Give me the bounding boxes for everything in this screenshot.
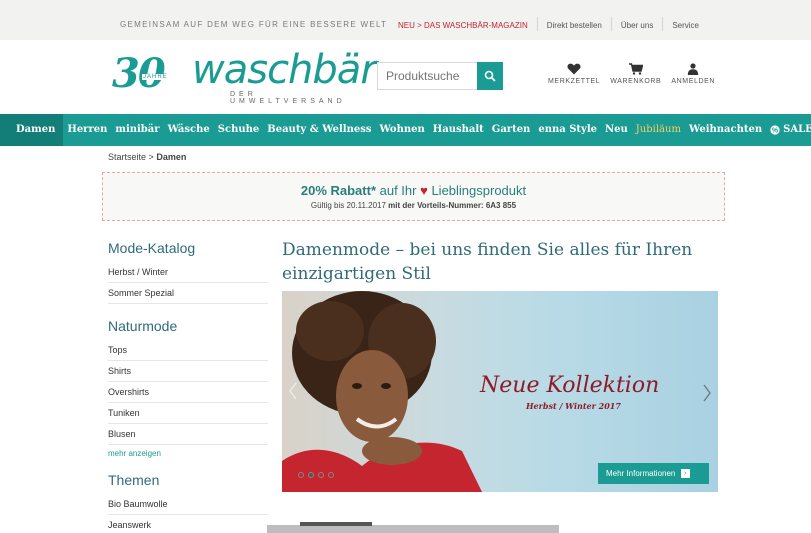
wishlist-label: MERKZETTEL	[548, 78, 601, 85]
more-info-label: Mehr Informationen	[606, 469, 676, 478]
sidebar-item-bio-baumwolle[interactable]: Bio Baumwolle	[108, 494, 268, 515]
nav-item-jubilaeum[interactable]: Jubiläum	[632, 114, 685, 146]
nav-item-beauty-wellness[interactable]: Beauty & Wellness	[263, 114, 375, 146]
order-direct-link[interactable]: Direkt bestellen	[547, 21, 602, 30]
nav-item-neu[interactable]: Neu	[601, 114, 632, 146]
heart-icon: ♥	[420, 183, 428, 198]
sidebar-item-sommer-spezial[interactable]: Sommer Spezial	[108, 283, 268, 304]
nav-item-haushalt[interactable]: Haushalt	[429, 114, 488, 146]
next-section-preview-dark	[300, 522, 372, 526]
sidebar-item-herbst-winter[interactable]: Herbst / Winter	[108, 262, 268, 283]
hero-slider[interactable]: Neue Kollektion Herbst / Winter 2017 Meh…	[282, 291, 718, 492]
login-button[interactable]: ANMELDEN	[671, 63, 715, 85]
sidebar-more-link[interactable]: mehr anzeigen	[108, 449, 268, 458]
slider-next-icon[interactable]	[702, 383, 712, 403]
top-links: NEU > DAS WASCHBÄR-MAGAZIN Direkt bestel…	[398, 17, 699, 31]
sidebar-item-overshirts[interactable]: Overshirts	[108, 382, 268, 403]
slider-prev-icon[interactable]	[288, 381, 298, 401]
divider	[662, 17, 664, 31]
sidebar-item-shirts[interactable]: Shirts	[108, 361, 268, 382]
sidebar-heading-naturmode: Naturmode	[108, 318, 178, 334]
service-link[interactable]: Service	[672, 21, 699, 30]
logo-tagline: DER UMWELTVERSAND	[230, 91, 346, 105]
logo[interactable]: 30 JAHRE waschbär DER UMWELTVERSAND	[112, 47, 377, 106]
cart-label: WARENKORB	[610, 78, 662, 85]
next-section-preview	[267, 525, 559, 533]
sidebar-item-jeanswerk[interactable]: Jeanswerk	[108, 515, 268, 533]
slider-dot-active[interactable]	[308, 472, 314, 478]
breadcrumb: Startseite > Damen	[108, 152, 186, 162]
hero-headline: Neue Kollektion	[480, 373, 660, 398]
nav-item-wohnen[interactable]: Wohnen	[376, 114, 429, 146]
wishlist-button[interactable]: MERKZETTEL	[548, 63, 600, 85]
search-box	[377, 62, 503, 90]
login-label: ANMELDEN	[671, 78, 716, 85]
divider	[610, 17, 612, 31]
breadcrumb-home[interactable]: Startseite	[108, 152, 146, 162]
search-button[interactable]	[477, 62, 503, 90]
search-icon	[484, 70, 496, 82]
slider-dot[interactable]	[298, 472, 304, 478]
slider-dot[interactable]	[318, 472, 324, 478]
nav-item-waesche[interactable]: Wäsche	[164, 114, 214, 146]
nav-item-minibaer[interactable]: minibär	[111, 114, 163, 146]
slider-dot[interactable]	[328, 472, 334, 478]
nav-item-damen[interactable]: Damen	[0, 114, 64, 146]
slider-pagination	[298, 472, 338, 478]
user-icon	[687, 63, 699, 75]
promo-discount: 20% Rabatt*	[300, 183, 376, 198]
main-navigation: Damen Herren minibär Wäsche Schuhe Beaut…	[0, 114, 811, 146]
cart-button[interactable]: WARENKORB	[610, 63, 661, 85]
sale-badge-icon: %	[770, 125, 780, 135]
magazine-link[interactable]: NEU > DAS WASCHBÄR-MAGAZIN	[398, 21, 528, 30]
chevron-right-icon: ›	[680, 469, 690, 479]
nav-item-sale[interactable]: % SALE	[766, 114, 811, 146]
nav-item-sale-label: SALE	[783, 124, 811, 135]
sidebar-heading-mode-katalog: Mode-Katalog	[108, 240, 196, 256]
svg-text:%: %	[772, 128, 779, 135]
promo-banner: 20% Rabatt* auf Ihr ♥ Lieblingsprodukt G…	[102, 172, 725, 221]
hero-season: Herbst / Winter 2017	[526, 401, 621, 411]
breadcrumb-separator: >	[148, 152, 154, 162]
divider	[536, 17, 538, 31]
promo-mid-text: auf Ihr	[379, 183, 417, 198]
sidebar-item-tuniken[interactable]: Tuniken	[108, 403, 268, 424]
slogan: GEMEINSAM AUF DEM WEG FÜR EINE BESSERE W…	[120, 20, 388, 29]
nav-item-enna-style[interactable]: enna Style	[534, 114, 601, 146]
promo-code: mit der Vorteils-Nummer: 6A3 855	[388, 201, 517, 210]
promo-valid-date: Gültig bis 20.11.2017	[310, 201, 386, 210]
model-photo	[282, 291, 482, 492]
page-title: Damenmode – bei uns finden Sie alles für…	[282, 240, 693, 284]
about-link[interactable]: Über uns	[621, 21, 653, 30]
promo-product-text: Lieblingsprodukt	[431, 183, 527, 198]
nav-item-herren[interactable]: Herren	[63, 114, 111, 146]
logo-wordmark: waschbär	[192, 47, 377, 93]
category-sidebar: Mode-Katalog Herbst / Winter Sommer Spez…	[108, 240, 268, 533]
sidebar-heading-themen: Themen	[108, 472, 160, 488]
top-bar: GEMEINSAM AUF DEM WEG FÜR EINE BESSERE W…	[0, 0, 811, 40]
sidebar-item-blusen[interactable]: Blusen	[108, 424, 268, 445]
cart-icon	[628, 63, 643, 75]
nav-item-weihnachten[interactable]: Weihnachten	[685, 114, 766, 146]
promo-headline: 20% Rabatt* auf Ihr ♥ Lieblingsprodukt	[103, 183, 724, 198]
promo-validity: Gültig bis 20.11.2017 mit der Vorteils-N…	[103, 201, 724, 210]
breadcrumb-current: Damen	[156, 152, 187, 162]
logo-anniversary-label: JAHRE	[142, 74, 169, 80]
search-input[interactable]	[377, 62, 477, 90]
header-actions: MERKZETTEL WARENKORB ANMELDEN	[548, 63, 725, 85]
nav-item-garten[interactable]: Garten	[488, 114, 535, 146]
heart-icon	[567, 63, 581, 75]
more-info-button[interactable]: Mehr Informationen ›	[598, 463, 709, 484]
sidebar-item-tops[interactable]: Tops	[108, 340, 268, 361]
nav-item-schuhe[interactable]: Schuhe	[214, 114, 263, 146]
